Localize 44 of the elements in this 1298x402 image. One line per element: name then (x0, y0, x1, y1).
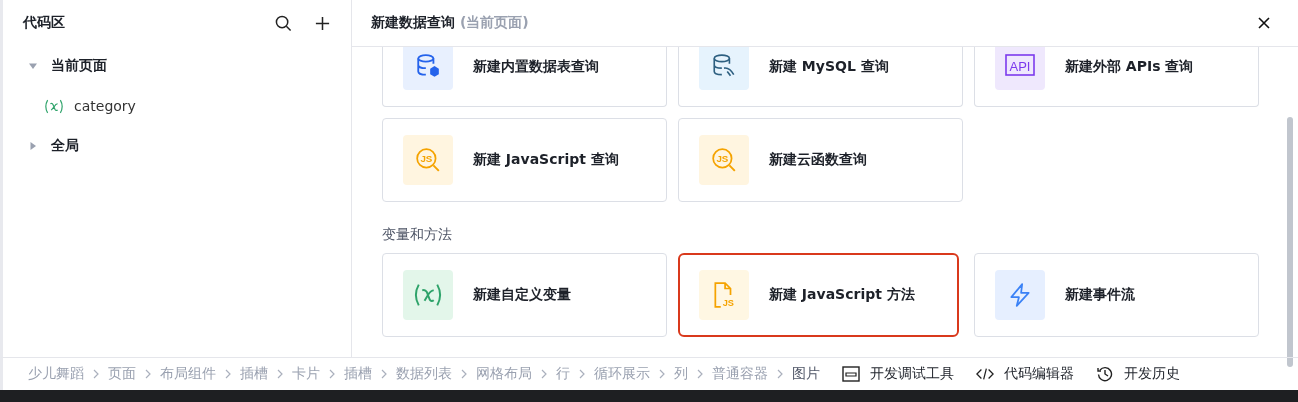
chevron-icon (777, 369, 783, 379)
tree-item[interactable]: 当前页面 (3, 46, 351, 86)
toolbar-button[interactable]: 开发历史 (1096, 365, 1180, 383)
window-icon (842, 366, 860, 382)
section-title: 变量和方法 (382, 226, 453, 244)
chevron-icon (277, 369, 283, 379)
chevron-icon (93, 369, 99, 379)
toolbar-button[interactable]: 代码编辑器 (976, 365, 1074, 383)
chevron-icon (541, 369, 547, 379)
chevron-icon (145, 369, 151, 379)
scrollbar-thumb[interactable] (1287, 117, 1293, 367)
search-icon[interactable] (275, 14, 292, 32)
chevron-icon (381, 369, 387, 379)
option-card[interactable]: 新建内置数据表查询 (382, 47, 667, 107)
option-card[interactable]: JS 新建云函数查询 (678, 118, 963, 202)
panel-title: 代码区 (23, 14, 65, 32)
option-card[interactable]: JS 新建 JavaScript 查询 (382, 118, 667, 202)
code-icon (976, 366, 994, 382)
variable-icon (413, 283, 443, 307)
database-icon (711, 53, 737, 79)
option-card[interactable]: API 新建外部 APIs 查询 (974, 47, 1259, 107)
dialog-title: 新建数据查询 (当前页面) (371, 14, 529, 32)
toolbar-button[interactable]: 开发调试工具 (842, 365, 954, 383)
chevron-icon (329, 369, 335, 379)
api-icon: API (1005, 53, 1035, 77)
chevron-icon (659, 369, 665, 379)
chevron-icon (461, 369, 467, 379)
caret-icon (29, 62, 37, 70)
tree-item[interactable]: 全局 (3, 126, 351, 166)
breadcrumb-item[interactable]: 图片 (792, 365, 820, 383)
history-icon (1096, 366, 1114, 382)
option-card[interactable]: 新建事件流 (974, 253, 1259, 337)
add-icon[interactable] (314, 14, 331, 32)
chevron-icon (697, 369, 703, 379)
chevron-icon (225, 369, 231, 379)
option-card[interactable]: 新建自定义变量 (382, 253, 667, 337)
option-card[interactable]: JS 新建 JavaScript 方法 (678, 253, 959, 337)
tree-item[interactable]: category (3, 86, 351, 126)
variable-icon (44, 98, 64, 114)
close-icon[interactable] (1258, 17, 1270, 29)
option-card[interactable]: 新建 MySQL 查询 (678, 47, 963, 107)
database-icon (415, 53, 441, 79)
chevron-icon (579, 369, 585, 379)
caret-icon (29, 142, 37, 150)
